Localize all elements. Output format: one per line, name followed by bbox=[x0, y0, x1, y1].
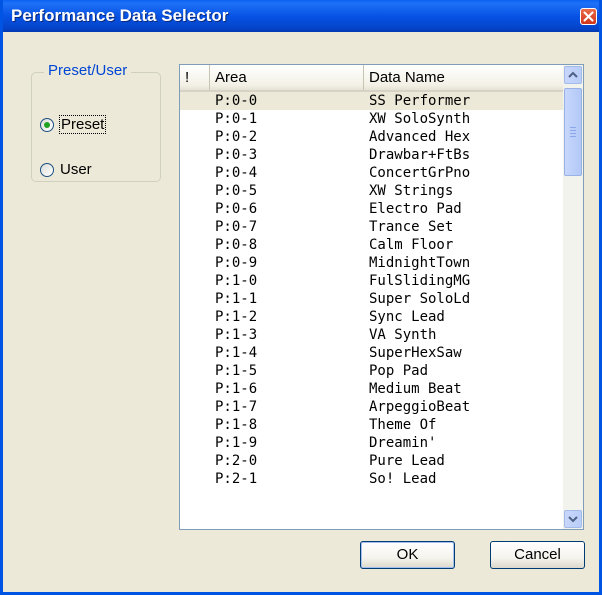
list-item[interactable]: P:1-7 ArpeggioBeat bbox=[180, 398, 563, 416]
list-item-area: P:1-4 bbox=[215, 345, 258, 361]
radio-preset[interactable]: Preset bbox=[40, 115, 107, 134]
list-item-data-name: VA Synth bbox=[369, 327, 437, 343]
radio-user-indicator[interactable] bbox=[40, 162, 54, 177]
list-item-data-name: FulSlidingMG bbox=[369, 273, 471, 289]
list-item[interactable]: P:1-0 FulSlidingMG bbox=[180, 272, 563, 290]
column-header-data-name[interactable]: Data Name bbox=[364, 65, 563, 90]
list-item-area: P:0-2 bbox=[215, 129, 258, 145]
list-item[interactable]: P:0-3 Drawbar+FtBs bbox=[180, 146, 563, 164]
list-item-area: P:0-6 bbox=[215, 201, 258, 217]
list-item-data-name: Electro Pad bbox=[369, 201, 462, 217]
list-item-data-name: Trance Set bbox=[369, 219, 454, 235]
list-item-data-name: Theme Of bbox=[369, 417, 437, 433]
scroll-down-button[interactable] bbox=[564, 510, 582, 528]
list-item-area: P:1-3 bbox=[215, 327, 258, 343]
list-rows: P:0-0 SS Performer P:0-1 XW SoloSynth P:0-2 A… bbox=[180, 92, 563, 488]
list-item-area: P:1-8 bbox=[215, 417, 258, 433]
list-header: ! Area Data Name bbox=[180, 65, 563, 92]
title-bar[interactable]: Performance Data Selector bbox=[3, 0, 599, 32]
scroll-thumb[interactable] bbox=[564, 88, 582, 176]
list-item-area: P:2-1 bbox=[215, 471, 258, 487]
list-item-data-name: SuperHexSaw bbox=[369, 345, 462, 361]
radio-preset-label: Preset bbox=[58, 115, 107, 134]
list-item-area: P:0-4 bbox=[215, 165, 258, 181]
cancel-button[interactable]: Cancel bbox=[490, 541, 585, 569]
column-header-flag[interactable]: ! bbox=[180, 65, 210, 90]
list-item[interactable]: P:0-7 Trance Set bbox=[180, 218, 563, 236]
list-item-area: P:0-5 bbox=[215, 183, 258, 199]
list-item-area: P:0-9 bbox=[215, 255, 258, 271]
list-item-data-name: Drawbar+FtBs bbox=[369, 147, 471, 163]
list-item-area: P:1-0 bbox=[215, 273, 258, 289]
close-button[interactable] bbox=[580, 8, 597, 25]
list-item-area: P:0-8 bbox=[215, 237, 258, 253]
list-item-area: P:0-3 bbox=[215, 147, 258, 163]
list-item[interactable]: P:1-3 VA Synth bbox=[180, 326, 563, 344]
list-item[interactable]: P:0-9 MidnightTown bbox=[180, 254, 563, 272]
list-item-data-name: XW SoloSynth bbox=[369, 111, 471, 127]
list-item[interactable]: P:0-8 Calm Floor bbox=[180, 236, 563, 254]
list-item-area: P:1-7 bbox=[215, 399, 258, 415]
radio-user[interactable]: User bbox=[40, 161, 92, 178]
list-item-data-name: Medium Beat bbox=[369, 381, 462, 397]
list-item-data-name: MidnightTown bbox=[369, 255, 471, 271]
list-item-data-name: ConcertGrPno bbox=[369, 165, 471, 181]
list-item[interactable]: P:1-8 Theme Of bbox=[180, 416, 563, 434]
grip-line bbox=[570, 136, 576, 137]
close-icon bbox=[583, 11, 594, 22]
list-item-data-name: Super SoloLd bbox=[369, 291, 471, 307]
list-item-data-name: Dreamin' bbox=[369, 435, 437, 451]
list-item-data-name: Sync Lead bbox=[369, 309, 445, 325]
list-item[interactable]: P:1-5 Pop Pad bbox=[180, 362, 563, 380]
list-item-area: P:1-6 bbox=[215, 381, 258, 397]
grip-line bbox=[570, 133, 576, 134]
list-item-area: P:0-1 bbox=[215, 111, 258, 127]
performance-list[interactable]: ! Area Data Name P:0-0 SS Performer P:0-1 X… bbox=[179, 64, 584, 530]
radio-user-label: User bbox=[60, 161, 92, 178]
list-item-data-name: SS Performer bbox=[369, 93, 471, 109]
group-legend: Preset/User bbox=[44, 62, 132, 79]
chevron-up-icon bbox=[568, 71, 578, 78]
list-item[interactable]: P:0-1 XW SoloSynth bbox=[180, 110, 563, 128]
list-item-area: P:0-0 bbox=[215, 93, 258, 109]
list-item-area: P:1-5 bbox=[215, 363, 258, 379]
list-item-area: P:0-7 bbox=[215, 219, 258, 235]
list-item-area: P:1-2 bbox=[215, 309, 258, 325]
list-item[interactable]: P:1-2 Sync Lead bbox=[180, 308, 563, 326]
scroll-up-button[interactable] bbox=[564, 66, 582, 84]
list-item[interactable]: P:2-1 So! Lead bbox=[180, 470, 563, 488]
list-item-data-name: Calm Floor bbox=[369, 237, 454, 253]
list-item-data-name: Advanced Hex bbox=[369, 129, 471, 145]
list-item[interactable]: P:0-5 XW Strings bbox=[180, 182, 563, 200]
list-item[interactable]: P:0-0 SS Performer bbox=[180, 92, 563, 110]
list-item[interactable]: P:0-4 ConcertGrPno bbox=[180, 164, 563, 182]
list-item-data-name: So! Lead bbox=[369, 471, 437, 487]
window-title: Performance Data Selector bbox=[11, 6, 229, 25]
list-item-data-name: Pop Pad bbox=[369, 363, 429, 379]
vertical-scrollbar[interactable] bbox=[563, 65, 583, 529]
column-header-area[interactable]: Area bbox=[210, 65, 364, 90]
list-item-area: P:1-1 bbox=[215, 291, 258, 307]
list-item-data-name: Pure Lead bbox=[369, 453, 445, 469]
list-item[interactable]: P:1-4 SuperHexSaw bbox=[180, 344, 563, 362]
grip-line bbox=[570, 127, 576, 128]
ok-button[interactable]: OK bbox=[360, 541, 455, 569]
list-item[interactable]: P:1-9 Dreamin' bbox=[180, 434, 563, 452]
list-item[interactable]: P:0-6 Electro Pad bbox=[180, 200, 563, 218]
list-item[interactable]: P:0-2 Advanced Hex bbox=[180, 128, 563, 146]
grip-line bbox=[570, 130, 576, 131]
list-item[interactable]: P:1-6 Medium Beat bbox=[180, 380, 563, 398]
chevron-down-icon bbox=[568, 516, 578, 523]
list-item-area: P:2-0 bbox=[215, 453, 258, 469]
list-item-data-name: XW Strings bbox=[369, 183, 454, 199]
list-item-data-name: ArpeggioBeat bbox=[369, 399, 471, 415]
list-item[interactable]: P:1-1 Super SoloLd bbox=[180, 290, 563, 308]
radio-preset-indicator[interactable] bbox=[40, 117, 54, 132]
list-item-area: P:1-9 bbox=[215, 435, 258, 451]
list-item[interactable]: P:2-0 Pure Lead bbox=[180, 452, 563, 470]
